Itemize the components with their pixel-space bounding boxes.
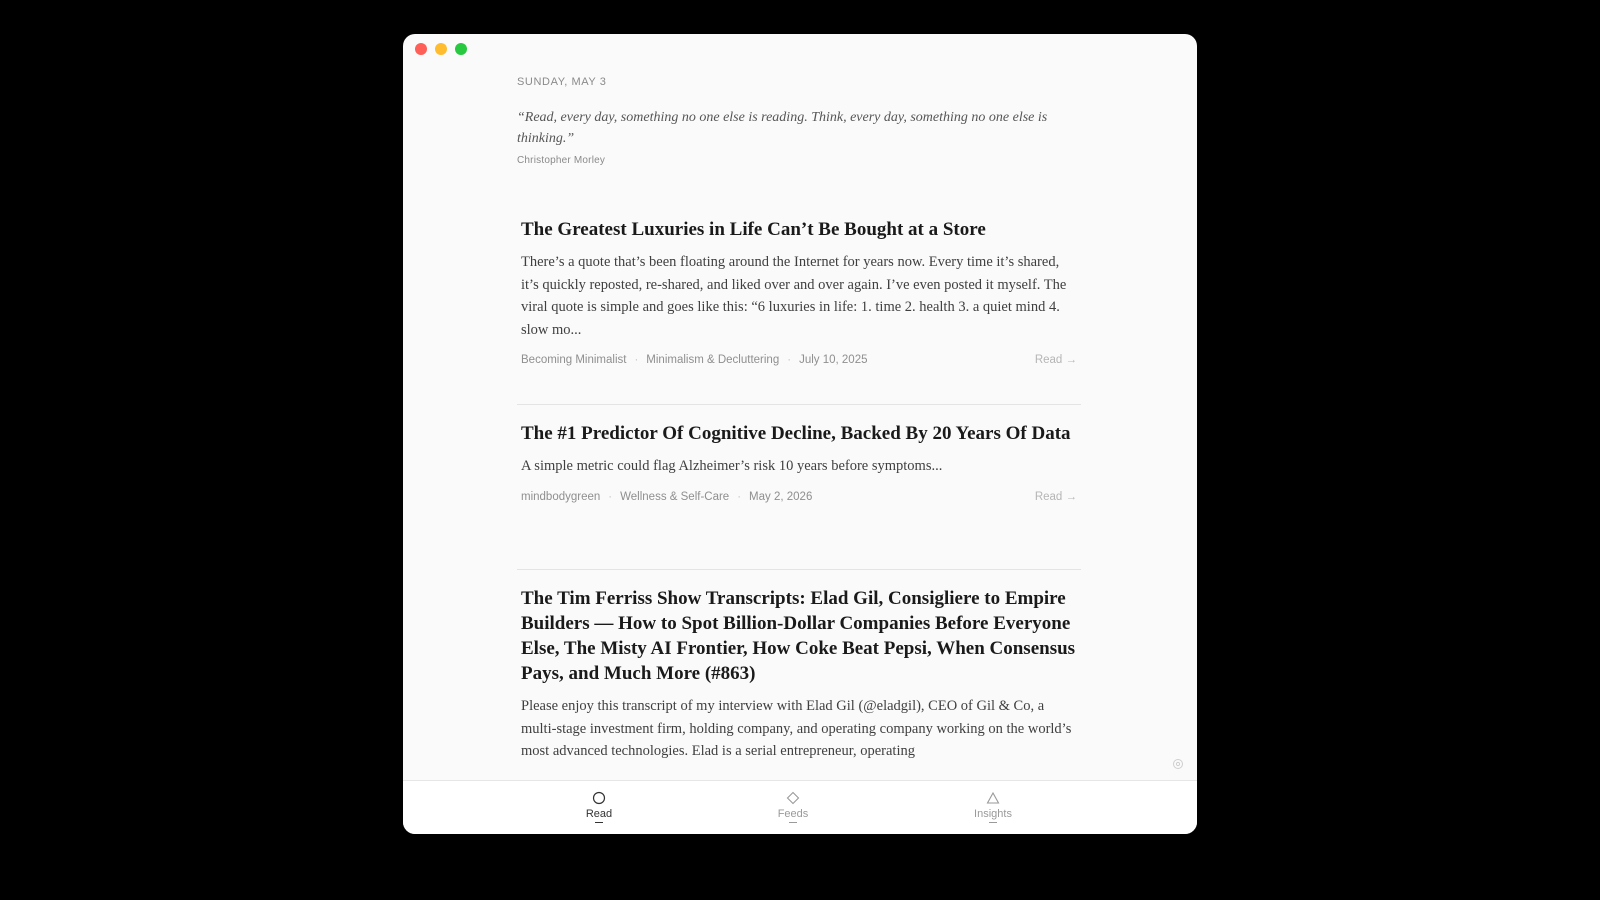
article-source[interactable]: Becoming Minimalist (521, 354, 626, 366)
article-title[interactable]: The Greatest Luxuries in Life Can’t Be B… (521, 217, 1077, 242)
tab-feeds[interactable]: Feeds (753, 791, 833, 823)
article-category[interactable]: Minimalism & Decluttering (646, 354, 779, 366)
article-meta: Becoming Minimalist · Minimalism & Declutt… (521, 354, 1077, 370)
circle-icon (592, 791, 606, 805)
meta-separator: · (787, 354, 792, 366)
article-source[interactable]: mindbodygreen (521, 491, 600, 503)
article-excerpt: There’s a quote that’s been floating aro… (521, 254, 1067, 338)
article-divider (517, 569, 1081, 570)
tab-bar: Read Feeds Insights (403, 780, 1197, 834)
diamond-icon (786, 791, 800, 805)
article-divider (517, 404, 1081, 405)
app-window: SUNDAY, MAY 3 “Read, every day, somethin… (403, 34, 1197, 834)
article-date: July 10, 2025 (799, 354, 868, 366)
tab-label: Read (585, 808, 613, 820)
article-meta: mindbodygreen · Wellness & Self-Care · May 2… (521, 491, 1077, 507)
meta-separator: · (737, 490, 742, 503)
meta-separator: · (608, 490, 613, 503)
quote-author: Christopher Morley (517, 155, 606, 166)
article-card: The Tim Ferriss Show Transcripts: Elad G… (521, 586, 1077, 763)
tab-indicator (789, 822, 797, 823)
article-excerpt: Please enjoy this transcript of my inter… (521, 698, 1072, 759)
tab-insights[interactable]: Insights (953, 791, 1033, 823)
article-category[interactable]: Wellness & Self-Care (620, 491, 729, 503)
tab-read[interactable]: Read (559, 791, 639, 823)
article-date: May 2, 2026 (749, 490, 813, 503)
tab-label: Insights (974, 808, 1012, 820)
read-article-link[interactable]: Read → (1035, 354, 1077, 366)
article-excerpt: A simple metric could flag Alzheimer’s r… (521, 458, 943, 474)
article-card: The Greatest Luxuries in Life Can’t Be B… (521, 217, 1077, 370)
triangle-icon (986, 791, 1000, 804)
read-article-link[interactable]: Read → (1035, 491, 1077, 503)
active-indicator (595, 822, 603, 823)
article-title[interactable]: The #1 Predictor Of Cognitive Decline, B… (521, 421, 1077, 446)
article-card: The #1 Predictor Of Cognitive Decline, B… (521, 421, 1077, 507)
current-date: SUNDAY, MAY 3 (517, 76, 607, 88)
reading-list[interactable]: SUNDAY, MAY 3 “Read, every day, somethin… (403, 34, 1197, 780)
article-title[interactable]: The Tim Ferriss Show Transcripts: Elad G… (521, 586, 1077, 686)
daily-quote: “Read, every day, something no one else … (517, 110, 1048, 146)
tab-indicator (989, 822, 997, 823)
gear-icon[interactable] (1172, 758, 1184, 770)
meta-separator: · (634, 354, 639, 366)
tab-label: Feeds (777, 808, 809, 820)
